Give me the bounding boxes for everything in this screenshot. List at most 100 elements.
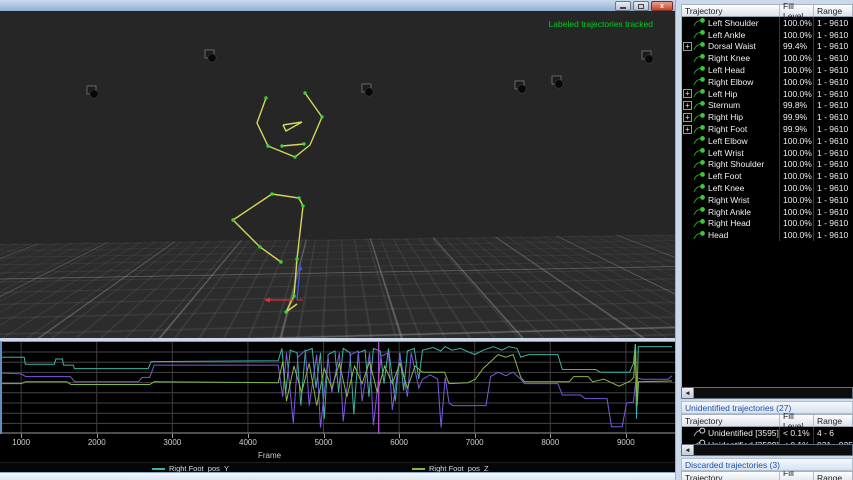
range-value: 1 - 9610 xyxy=(813,17,853,29)
trajectory-row[interactable]: + Sternum 99.8% 1 - 9610 xyxy=(682,99,853,112)
legend-color-dash xyxy=(412,467,425,470)
trajectory-row[interactable]: + Head 100.0% 1 - 9610 xyxy=(682,229,853,242)
trajectory-name: Right Knee xyxy=(708,53,751,64)
expand-icon[interactable]: + xyxy=(683,100,692,110)
trajectory-row[interactable]: + Right Hip 99.9% 1 - 9610 xyxy=(682,111,853,124)
trajectory-name: Right Hip xyxy=(708,112,743,123)
range-value: 931 - 935 xyxy=(813,438,853,444)
trajectory-name: Dorsal Waist xyxy=(708,41,756,52)
expand-icon[interactable]: + xyxy=(683,124,692,134)
expand-icon[interactable]: + xyxy=(683,112,692,122)
viewport-titlebar[interactable]: x xyxy=(0,0,675,11)
trajectory-row[interactable]: + Left Ankle 100.0% 1 - 9610 xyxy=(682,28,853,41)
labeled-trajectory-icon xyxy=(693,100,707,111)
trajectory-row[interactable]: + Left Head 100.0% 1 - 9610 xyxy=(682,64,853,76)
trajectory-row[interactable]: + Left Shoulder 100.0% 1 - 9610 xyxy=(682,17,853,29)
labeled-trajectory-icon xyxy=(693,230,707,241)
range-value: 1 - 9610 xyxy=(813,40,853,53)
trajectory-row[interactable]: + Left Foot 100.0% 1 - 9610 xyxy=(682,170,853,183)
range-value: 1 - 9610 xyxy=(813,87,853,100)
trajectory-name: Left Knee xyxy=(708,183,745,194)
unidentified-trajectory-row[interactable]: + Unidentified [3599] < 0.1% 931 - 935 xyxy=(682,438,853,444)
range-value: 1 - 9610 xyxy=(813,123,853,135)
axis-tick-label: 8000 xyxy=(541,438,560,447)
fill-level-value: 100.0% xyxy=(779,134,813,147)
expand-icon[interactable]: + xyxy=(683,41,692,51)
fill-level-value: < 0.1% xyxy=(779,438,813,444)
scroll-left-arrow-icon[interactable]: ◄ xyxy=(682,445,694,455)
application-window: x Labeled trajectories tracked 1000 2000 3… xyxy=(0,0,853,480)
chart-canvas xyxy=(0,342,675,434)
column-fill-level[interactable]: Fill Level xyxy=(779,411,813,431)
trajectory-row[interactable]: + Left Knee 100.0% 1 - 9610 xyxy=(682,182,853,194)
range-value: 1 - 9610 xyxy=(813,182,853,194)
column-trajectory[interactable]: Trajectory xyxy=(682,6,779,16)
fill-level-value: 100.0% xyxy=(779,28,813,41)
trajectory-row[interactable]: + Left Wrist 100.0% 1 - 9610 xyxy=(682,146,853,159)
plot-left-border xyxy=(0,342,2,434)
trajectory-name: Right Shoulder xyxy=(708,159,765,170)
axis-tick-label: 9000 xyxy=(616,438,635,447)
range-value: 1 - 9610 xyxy=(813,217,853,230)
column-fill-level[interactable]: Fill Level xyxy=(779,1,813,21)
column-range[interactable]: Range xyxy=(813,415,852,426)
scroll-left-arrow-icon[interactable]: ◄ xyxy=(682,388,694,398)
column-trajectory[interactable]: Trajectory xyxy=(682,473,779,480)
minimize-icon xyxy=(620,7,626,9)
fill-level-value: < 0.1% xyxy=(779,427,813,439)
fill-level-value: 100.0% xyxy=(779,17,813,29)
labeled-trajectory-icon xyxy=(693,65,707,76)
trajectory-name: Left Head xyxy=(708,65,745,76)
unidentified-horizontal-scrollbar[interactable]: ◄ xyxy=(681,444,853,456)
range-value: 1 - 9610 xyxy=(813,170,853,183)
axis-tick-label: 7000 xyxy=(465,438,484,447)
trajectory-row[interactable]: + Left Hip 100.0% 1 - 9610 xyxy=(682,87,853,100)
discarded-section-header[interactable]: Discarded trajectories (3) xyxy=(681,458,853,471)
column-range[interactable]: Range xyxy=(813,472,852,480)
trajectory-row[interactable]: + Right Wrist 100.0% 1 - 9610 xyxy=(682,193,853,206)
minimize-button[interactable] xyxy=(615,1,631,11)
maximize-button[interactable] xyxy=(633,1,649,11)
trajectory-row[interactable]: + Right Ankle 100.0% 1 - 9610 xyxy=(682,205,853,218)
range-value: 1 - 9610 xyxy=(813,158,853,171)
unidentified-trajectory-row[interactable]: + Unidentified [3595] < 0.1% 4 - 6 xyxy=(682,427,853,439)
column-trajectory[interactable]: Trajectory xyxy=(682,416,779,426)
workspace-left: x Labeled trajectories tracked 1000 2000 3… xyxy=(0,0,675,480)
trajectory-row[interactable]: + Right Shoulder 100.0% 1 - 9610 xyxy=(682,158,853,171)
fill-level-value: 100.0% xyxy=(779,158,813,171)
labeled-horizontal-scrollbar[interactable]: ◄ xyxy=(681,387,853,399)
range-value: 1 - 9610 xyxy=(813,28,853,41)
trajectory-row[interactable]: + Left Elbow 100.0% 1 - 9610 xyxy=(682,134,853,147)
trajectory-row[interactable]: + Right Elbow 100.0% 1 - 9610 xyxy=(682,75,853,88)
range-value: 1 - 9610 xyxy=(813,146,853,159)
labeled-table-header: Trajectory Fill Level Range xyxy=(681,1,853,21)
labeled-trajectory-icon xyxy=(693,183,707,194)
3d-viewport[interactable]: Labeled trajectories tracked xyxy=(0,11,675,338)
axis-tick-label: 5000 xyxy=(314,438,333,447)
range-value: 1 - 9610 xyxy=(813,193,853,206)
column-range[interactable]: Range xyxy=(813,5,852,16)
trajectory-name: Left Foot xyxy=(708,171,742,182)
trajectory-row[interactable]: + Dorsal Waist 99.4% 1 - 9610 xyxy=(682,40,853,53)
labeled-table-body: + Left Shoulder 100.0% 1 - 9610 + xyxy=(681,17,853,387)
trajectory-row[interactable]: + Right Foot 99.9% 1 - 9610 xyxy=(682,123,853,135)
skeleton-overlay xyxy=(86,49,654,314)
trajectory-name: Left Hip xyxy=(708,88,738,99)
unidentified-table-body: + Unidentified [3595] < 0.1% 4 - 6 + xyxy=(681,427,853,444)
x-axis: 1000 2000 3000 4000 5000 6000 7000 8000 9000 xyxy=(0,434,675,450)
expand-icon[interactable]: + xyxy=(683,89,692,99)
trajectory-name: Right Elbow xyxy=(708,76,754,87)
fill-level-value: 100.0% xyxy=(779,87,813,100)
trajectory-row[interactable]: + Right Knee 100.0% 1 - 9610 xyxy=(682,52,853,65)
close-button[interactable]: x xyxy=(651,1,673,11)
fill-level-value: 99.8% xyxy=(779,99,813,112)
column-fill-level[interactable]: Fill Level xyxy=(779,471,813,480)
trajectories-panel: Trajectory Fill Level Range + Left Shoul… xyxy=(675,0,853,480)
chart-plot-area[interactable] xyxy=(0,342,675,434)
unidentified-trajectory-icon xyxy=(693,427,707,438)
trajectory-name: Right Foot xyxy=(708,124,748,135)
range-value: 1 - 9610 xyxy=(813,111,853,124)
unidentified-section-header[interactable]: Unidentified trajectories (27) xyxy=(681,401,853,414)
trajectory-row[interactable]: + Right Head 100.0% 1 - 9610 xyxy=(682,217,853,230)
labeled-trajectory-icon xyxy=(693,124,707,135)
